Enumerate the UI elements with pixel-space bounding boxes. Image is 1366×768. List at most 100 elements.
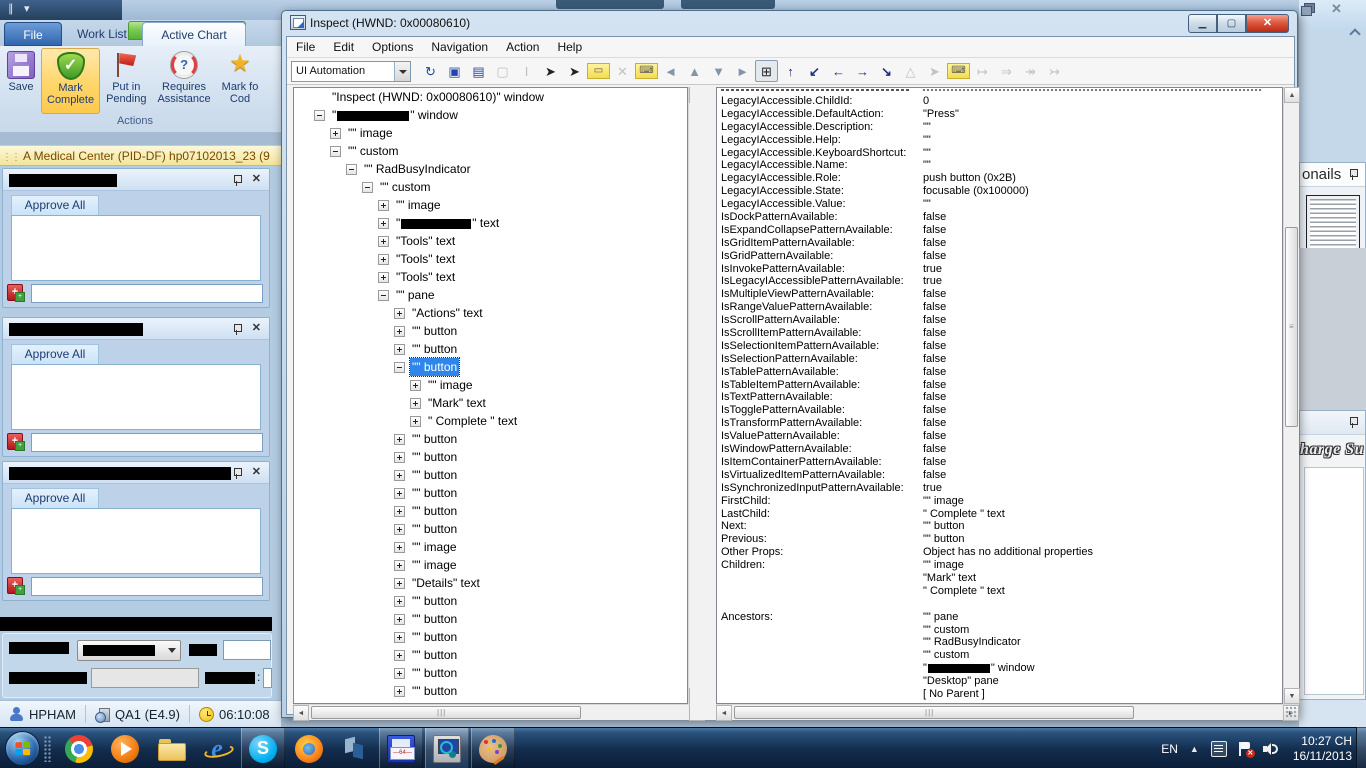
tree-node-label[interactable]: "" button <box>410 322 459 340</box>
expander-icon[interactable] <box>394 307 405 319</box>
tree-node[interactable]: "" RadBusyIndicator <box>294 160 687 178</box>
automation-mode-combobox[interactable]: UI Automation <box>291 60 411 82</box>
panel-content-box[interactable] <box>11 364 261 430</box>
scrollbar-thumb[interactable]: ||| <box>311 706 581 719</box>
taskbar-folder-button[interactable] <box>149 728 193 768</box>
nav-left-icon[interactable]: ◄ <box>659 60 682 82</box>
tree-node-label[interactable]: " " text <box>394 214 501 232</box>
scrollbar-thumb[interactable]: ||| <box>734 706 1134 719</box>
tab-work-list[interactable]: Work List <box>66 22 138 46</box>
dock-panel-header[interactable]: ✕ <box>3 318 269 340</box>
expander-icon[interactable] <box>394 667 405 679</box>
expander-icon[interactable] <box>394 649 405 661</box>
tree-node[interactable]: "Tools" text <box>294 232 687 250</box>
minimize-button[interactable]: ▁ <box>1188 14 1217 33</box>
focus-keyboard-icon[interactable]: ⌨ <box>947 63 970 79</box>
panel-text-input[interactable] <box>31 284 263 303</box>
tree-horizontal-scrollbar[interactable]: ◄ ||| ► <box>293 704 705 721</box>
start-button[interactable] <box>5 731 40 766</box>
tree-node[interactable]: "" button <box>294 520 687 538</box>
tree-node-label[interactable]: "" button <box>410 520 459 538</box>
expander-icon[interactable] <box>394 685 405 697</box>
tree-node[interactable]: "" image <box>294 538 687 556</box>
push-pin-icon[interactable] <box>232 467 243 479</box>
tree-node-label[interactable]: "" button <box>408 357 461 377</box>
close-icon[interactable]: ✕ <box>252 172 261 185</box>
expander-icon[interactable] <box>394 523 405 535</box>
pane-splitter[interactable] <box>690 87 716 720</box>
scroll-down-icon[interactable]: ▼ <box>1284 688 1300 704</box>
expander-icon[interactable] <box>394 631 405 643</box>
tree-node[interactable]: "" button <box>294 466 687 484</box>
tree-node[interactable]: "" button <box>294 628 687 646</box>
scrollbar-thumb[interactable]: ≡ <box>1285 227 1298 427</box>
tree-node-label[interactable]: "Mark" text <box>426 394 488 412</box>
menu-navigation[interactable]: Navigation <box>422 37 497 57</box>
taskbar-wmp-button[interactable] <box>103 728 147 768</box>
collapse-chevron-icon[interactable] <box>1351 28 1359 36</box>
action-center-icon[interactable]: ✕ <box>1237 741 1255 758</box>
expander-icon[interactable] <box>330 145 341 157</box>
expander-icon[interactable] <box>394 361 405 373</box>
approve-all-button[interactable]: Approve All <box>11 344 99 364</box>
put-in-pending-button[interactable]: Put in Pending <box>101 48 151 114</box>
tree-node-label[interactable]: "" button <box>410 664 459 682</box>
tree-node[interactable]: "Inspect (HWND: 0x00080610)" window <box>294 88 687 106</box>
expander-icon[interactable] <box>394 595 405 607</box>
expander-icon[interactable] <box>410 397 421 409</box>
tree-node-label[interactable]: "" button <box>410 646 459 664</box>
cursor-icon[interactable]: ➤ <box>539 60 562 82</box>
tree-node-label[interactable]: "" button <box>410 682 459 700</box>
tab-active-chart[interactable]: Active Chart <box>142 22 246 46</box>
panel-text-input[interactable] <box>31 433 263 452</box>
taskbar-blueapp-button[interactable] <box>333 728 377 768</box>
taskbar-firefox-button[interactable] <box>287 728 331 768</box>
tree-node-label[interactable]: "Tools" text <box>394 232 457 250</box>
refresh-icon[interactable]: ↻ <box>419 60 442 82</box>
form-input[interactable] <box>223 640 271 660</box>
expander-icon[interactable] <box>394 451 405 463</box>
tree-node[interactable]: "" button <box>294 340 687 358</box>
expander-icon[interactable] <box>394 577 405 589</box>
scroll-left-icon[interactable]: ◄ <box>293 705 309 721</box>
menu-help[interactable]: Help <box>548 37 591 57</box>
scroll-up-icon[interactable]: ▲ <box>1284 87 1300 103</box>
prev-sibling-icon[interactable]: ← <box>827 60 850 82</box>
tree-node[interactable]: "Tools" text <box>294 268 687 286</box>
tree-node-label[interactable]: "" button <box>410 484 459 502</box>
highlight-rect-icon[interactable]: ▭ <box>587 63 610 79</box>
expander-icon[interactable] <box>394 433 405 445</box>
expander-icon[interactable] <box>346 163 357 175</box>
tree-node[interactable]: "Mark" text <box>294 394 687 412</box>
show-desktop-button[interactable] <box>1356 727 1366 768</box>
tree-node[interactable]: "" button <box>294 646 687 664</box>
close-icon[interactable]: ✕ <box>1331 1 1342 17</box>
push-pin-icon[interactable] <box>232 323 243 335</box>
tree-node-label[interactable]: "" button <box>410 592 459 610</box>
volume-icon[interactable] <box>1262 741 1279 757</box>
tree-node[interactable]: " " text <box>294 214 687 232</box>
first-child-icon[interactable]: ↙ <box>803 60 826 82</box>
last-child-icon[interactable]: ↘ <box>875 60 898 82</box>
add-item-icon[interactable] <box>7 577 25 595</box>
tree-node[interactable]: "" image <box>294 124 687 142</box>
expander-icon[interactable] <box>394 559 405 571</box>
add-item-icon[interactable] <box>7 433 25 451</box>
tree-node-label[interactable]: "" button <box>410 340 459 358</box>
inspect-titlebar[interactable]: Inspect (HWND: 0x00080610) ▁ ▢ ✕ <box>282 11 1297 36</box>
nav-right-icon[interactable]: ► <box>731 60 754 82</box>
resize-grip[interactable] <box>1285 706 1297 718</box>
add-item-icon[interactable] <box>7 284 25 302</box>
tree-node-label[interactable]: "" image <box>410 538 459 556</box>
expander-icon[interactable] <box>394 469 405 481</box>
tree-node-label[interactable]: "" RadBusyIndicator <box>362 160 473 178</box>
expander-icon[interactable] <box>394 325 405 337</box>
menu-file[interactable]: File <box>287 37 324 57</box>
parent-element-icon[interactable]: ↑ <box>779 60 802 82</box>
tree-node-label[interactable]: "" image <box>426 376 475 394</box>
requires-assistance-button[interactable]: RequiresAssistance <box>152 48 215 114</box>
taskbar-clock[interactable]: 10:27 CH 16/11/2013 <box>1293 734 1352 764</box>
mark-complete-button[interactable]: ✓ Mark Complete <box>41 48 101 114</box>
push-pin-icon[interactable] <box>1348 416 1359 428</box>
tree-node[interactable]: "" custom <box>294 178 687 196</box>
